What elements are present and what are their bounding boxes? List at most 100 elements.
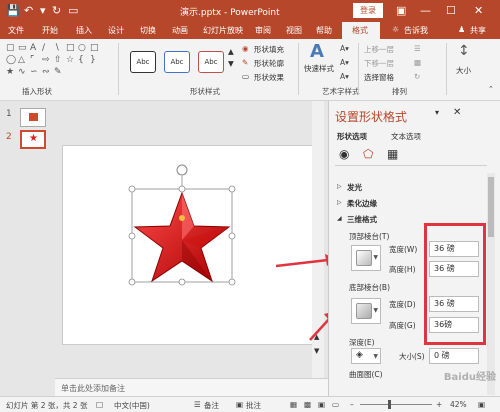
- style-preset-black[interactable]: Abc: [130, 51, 156, 73]
- brace-shape-icon[interactable]: {: [78, 55, 84, 65]
- shape-effects-button[interactable]: 形状效果: [254, 72, 284, 83]
- close-pane-icon[interactable]: ✕: [453, 107, 461, 118]
- resize-handle[interactable]: [228, 278, 236, 286]
- tab-file[interactable]: 文件: [8, 25, 24, 36]
- line-shape-icon[interactable]: ∕: [42, 43, 45, 53]
- selection-pane-button[interactable]: 选择窗格: [364, 72, 394, 83]
- tab-tell-me[interactable]: 告诉我: [404, 25, 428, 36]
- pane-scroll-thumb[interactable]: [488, 177, 494, 237]
- rectangle-shape-icon[interactable]: ▭: [18, 43, 27, 53]
- shape-fill-button[interactable]: 形状填充: [254, 44, 284, 55]
- resize-handle[interactable]: [128, 185, 136, 193]
- reading-view-icon[interactable]: ▣: [318, 400, 325, 409]
- quick-styles-button[interactable]: 快速样式: [304, 63, 334, 74]
- style-preset-blue[interactable]: Abc: [164, 51, 190, 73]
- zoom-in-icon[interactable]: +: [436, 400, 442, 409]
- zoom-slider[interactable]: [360, 404, 432, 405]
- section-soft-edges[interactable]: 柔化边缘: [347, 198, 377, 209]
- triangle-shape-icon[interactable]: △: [18, 55, 25, 65]
- resize-handle[interactable]: [228, 232, 236, 240]
- resize-handle[interactable]: [178, 278, 186, 286]
- tab-design[interactable]: 设计: [108, 25, 124, 36]
- size-button[interactable]: 大小: [456, 65, 471, 76]
- pane-scrollbar[interactable]: [487, 173, 495, 395]
- sorter-view-icon[interactable]: ▩: [304, 400, 311, 409]
- fit-slide-icon[interactable]: ▣: [478, 400, 485, 409]
- gallery-scroll-icon[interactable]: ▲: [228, 47, 234, 56]
- language-indicator[interactable]: 中文(中国): [114, 400, 150, 411]
- rotate-handle-icon[interactable]: [176, 164, 188, 176]
- top-bevel-button[interactable]: ▼: [351, 245, 381, 271]
- tab-help[interactable]: 帮助: [316, 25, 332, 36]
- depth-size-field[interactable]: 0 磅: [429, 348, 479, 364]
- share-button[interactable]: 共享: [470, 25, 486, 36]
- notes-pane[interactable]: 单击此处添加备注: [55, 378, 328, 396]
- bottom-bevel-button[interactable]: ▼: [351, 298, 381, 324]
- section-3d-format[interactable]: 三维格式: [347, 214, 377, 225]
- circle-shape-icon[interactable]: ◯: [6, 55, 16, 65]
- redo-icon[interactable]: ↻: [52, 4, 61, 17]
- adjust-handle[interactable]: [179, 215, 185, 221]
- brace-shape-icon[interactable]: }: [90, 55, 96, 65]
- ribbon-display-icon[interactable]: ▣: [396, 4, 406, 17]
- slide-thumbnail-2[interactable]: ★: [20, 130, 46, 149]
- notes-button[interactable]: 备注: [204, 400, 219, 411]
- edit-shape-icon[interactable]: ✎: [54, 67, 62, 77]
- tab-transitions[interactable]: 切换: [140, 25, 156, 36]
- text-fill-icon[interactable]: A▾: [340, 44, 349, 53]
- comments-button[interactable]: 批注: [246, 400, 261, 411]
- resize-handle[interactable]: [228, 185, 236, 193]
- undo-icon[interactable]: ↶: [24, 4, 33, 17]
- tab-slideshow[interactable]: 幻灯片放映: [203, 25, 243, 36]
- align-icon[interactable]: ☰: [414, 44, 421, 53]
- group-icon[interactable]: ▩: [414, 58, 421, 67]
- close-icon[interactable]: ✕: [474, 4, 483, 17]
- zoom-level[interactable]: 42%: [450, 400, 467, 409]
- tab-text-options[interactable]: 文本选项: [391, 131, 421, 142]
- resize-handle[interactable]: [128, 278, 136, 286]
- rectangle-shape-icon[interactable]: □: [66, 43, 75, 53]
- maximize-icon[interactable]: ☐: [446, 4, 456, 17]
- circle-shape-icon[interactable]: ○: [78, 43, 86, 53]
- text-outline-icon[interactable]: A▾: [340, 58, 349, 67]
- save-icon[interactable]: 💾: [6, 4, 20, 17]
- textbox-shape-icon[interactable]: A: [30, 43, 36, 53]
- shapes-gallery[interactable]: ▢ ▭ A ∕ ∖ □ ○ □ ◯ △ ⌜ ⇨ ⇧ ☆ { } ★ ∿ ∽ ∾ …: [4, 43, 114, 83]
- style-preset-red[interactable]: Abc: [198, 51, 224, 73]
- rectangle-shape-icon[interactable]: □: [90, 43, 99, 53]
- tab-animations[interactable]: 动画: [172, 25, 188, 36]
- tab-home[interactable]: 开始: [42, 25, 58, 36]
- tab-shape-options[interactable]: 形状选项: [337, 131, 367, 142]
- curve-shape-icon[interactable]: ∽: [30, 67, 38, 77]
- present-icon[interactable]: ▭: [68, 4, 78, 17]
- send-backward-button[interactable]: 下移一层: [364, 58, 394, 69]
- text-effects-icon[interactable]: A▾: [340, 72, 349, 81]
- line-shape-icon[interactable]: ∖: [54, 43, 60, 53]
- effects-pentagon-icon[interactable]: ⬠: [363, 147, 373, 161]
- zoom-out-icon[interactable]: –: [350, 400, 354, 409]
- resize-handle[interactable]: [178, 185, 186, 193]
- slide-thumbnail-1[interactable]: [20, 108, 46, 127]
- minimize-icon[interactable]: —: [420, 4, 431, 17]
- pane-options-icon[interactable]: ▾: [435, 108, 439, 117]
- tab-format[interactable]: 格式: [352, 25, 368, 36]
- rectangle-shape-icon[interactable]: ▢: [6, 43, 15, 53]
- collapse-ribbon-icon[interactable]: ⌃: [488, 85, 494, 93]
- gallery-scroll-icon[interactable]: ▼: [228, 59, 234, 68]
- login-button[interactable]: 登录: [353, 3, 383, 18]
- spellcheck-icon[interactable]: □: [96, 400, 103, 409]
- star-shape-icon[interactable]: ★: [6, 67, 14, 77]
- shape-outline-button[interactable]: 形状轮廓: [254, 58, 284, 69]
- tab-review[interactable]: 审阅: [255, 25, 271, 36]
- section-glow[interactable]: 发光: [347, 182, 362, 193]
- line-shape-icon[interactable]: ⌜: [30, 55, 34, 65]
- normal-view-icon[interactable]: ▦: [290, 400, 297, 409]
- size-properties-icon[interactable]: ▦: [387, 147, 398, 161]
- rotate-icon[interactable]: ↻: [414, 72, 420, 81]
- star-shape-icon[interactable]: ☆: [66, 55, 74, 65]
- zoom-slider-thumb[interactable]: [388, 400, 391, 409]
- curve-shape-icon[interactable]: ∿: [18, 67, 26, 77]
- tab-insert[interactable]: 插入: [76, 25, 92, 36]
- depth-color-button[interactable]: ◈ ▼: [351, 348, 381, 364]
- dropdown-icon[interactable]: ▾: [40, 4, 46, 17]
